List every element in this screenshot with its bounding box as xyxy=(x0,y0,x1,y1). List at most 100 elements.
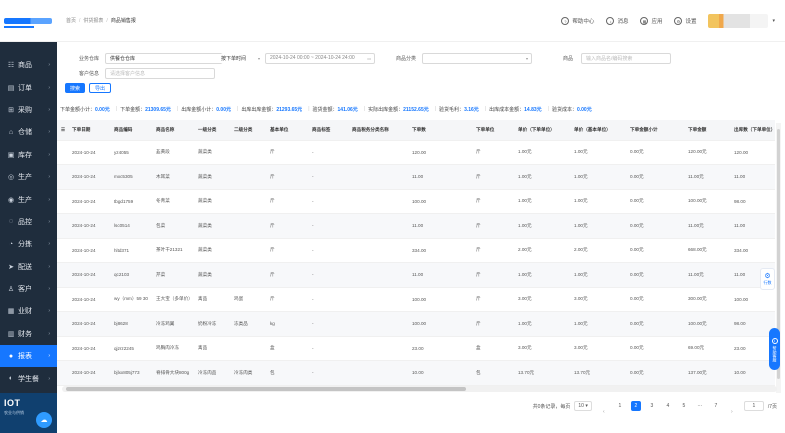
apps-link[interactable]: ▦ 应用 xyxy=(640,17,662,25)
goto-page-input[interactable]: 1 xyxy=(743,401,764,411)
product-search-input[interactable]: 输入商品名/编码搜索 xyxy=(581,52,672,64)
sidebar-item-10[interactable]: ♙ 客户 › xyxy=(0,278,57,300)
column-header[interactable]: 二级分类 xyxy=(231,120,267,141)
table-cell: 盒 xyxy=(267,336,309,361)
column-header[interactable]: 商品税务分类名称 xyxy=(349,120,409,141)
column-header[interactable]: 出库数（下单单位） xyxy=(731,120,775,141)
table-cell: 1.00元 xyxy=(515,311,571,337)
table-row[interactable]: 2024-10-24 hltd371 茶叶干21321 蔬菜类斤 -334.00 斤 2.0… xyxy=(57,238,775,263)
sidebar-item-2[interactable]: ⊞ 采购 › xyxy=(0,99,57,121)
logo[interactable] xyxy=(0,0,57,42)
row-settings-tab[interactable]: ⚙ 行数 xyxy=(760,268,775,290)
column-header[interactable]: 下单日期 xyxy=(69,120,111,141)
sidebar-item-6[interactable]: ◉ 生产 › xyxy=(0,188,57,210)
table-cell: 1.00元 xyxy=(515,140,571,165)
summary-separator: | xyxy=(484,106,487,112)
messages-link[interactable]: ♪ 消息 xyxy=(606,17,628,25)
column-header[interactable]: 一级分类 xyxy=(195,120,231,141)
sidebar-item-11[interactable]: ▦ 业财 › xyxy=(0,300,57,322)
sidebar-item-9[interactable]: ➤ 配送 › xyxy=(0,256,57,278)
breadcrumb-item[interactable]: 首页 xyxy=(66,17,76,24)
sidebar-item-12[interactable]: ▥ 财务 › xyxy=(0,323,57,345)
sidebar-item-14[interactable]: ◐ 学生餐 › xyxy=(0,367,57,389)
sidebar-item-label: 商品 xyxy=(18,62,32,70)
page-button[interactable]: 4 xyxy=(663,401,673,411)
sidebar-item-3[interactable]: ⌂ 仓储 › xyxy=(0,121,57,143)
next-page-button[interactable]: › xyxy=(727,400,737,415)
sidebar-item-8[interactable]: ◔ 分拣 › xyxy=(0,233,57,255)
table-cell: 100.00 xyxy=(409,287,473,312)
table-cell xyxy=(57,287,69,312)
table-row[interactable]: 2024-10-24 lsc0514 包菜 蔬菜类斤 -11.00 斤 1.00元 1.00元… xyxy=(57,213,775,239)
horizontal-scroll-thumb[interactable] xyxy=(66,387,466,391)
table-cell: 1.00元 xyxy=(515,164,571,190)
avatar[interactable] xyxy=(708,14,769,28)
table-row[interactable]: 2024-10-24 bjlxx805j773 脊排骨大块800g 冷冻肉品 冷冻肉类包… xyxy=(57,360,775,386)
table-cell: 11.00 xyxy=(409,213,473,239)
page-size-select[interactable]: 10 ▾ xyxy=(574,401,592,411)
column-header[interactable]: 单价（下单单位） xyxy=(515,120,571,141)
page-button[interactable]: ··· xyxy=(695,401,705,411)
table-row[interactable]: 2024-10-24 qjzrz2245 鸡胸肉冷冻 禽品盒 -23.00 盒 3.00元 3… xyxy=(57,336,775,361)
sidebar-item-5[interactable]: ◎ 生产 › xyxy=(0,166,57,188)
table-cell xyxy=(349,287,409,312)
column-header[interactable]: 下单金额小计 xyxy=(627,120,685,141)
horizontal-scrollbar[interactable] xyxy=(62,386,777,392)
column-header[interactable]: 商品名称 xyxy=(153,120,195,141)
page-button[interactable]: 1 xyxy=(615,401,625,411)
table-cell: 木耳菜 xyxy=(153,164,195,190)
help-float-button[interactable]: i 帮助客服 xyxy=(769,328,780,370)
summary-label: 出库出库金额： xyxy=(241,106,277,113)
column-header[interactable]: 下单金额 xyxy=(685,120,731,141)
sidebar-item-13[interactable]: ● 报表 › xyxy=(0,345,57,368)
breadcrumb-item[interactable]: 供货报表 xyxy=(83,17,103,24)
table-row[interactable]: 2024-10-24 tbgd1759 冬青菜 蔬菜类斤 -100.00 斤 1.00元 1.… xyxy=(57,189,775,214)
table-cell: 2024-10-24 xyxy=(69,140,111,165)
page-list: 1 2 3 4 5 ··· 7 xyxy=(612,401,724,411)
date-type-select[interactable]: 按下单时间 ▾ xyxy=(221,52,263,64)
table-row[interactable]: 2024-10-24 qc2103 芹菜 蔬菜类斤 -11.00 斤 1.00元 1.00元 0… xyxy=(57,262,775,288)
table-cell: 1.00元 xyxy=(515,213,571,239)
table-cell: 3.00元 xyxy=(571,287,627,312)
column-header[interactable]: 基本单位 xyxy=(267,120,309,141)
export-button[interactable]: 导出 xyxy=(89,83,112,93)
prev-page-button[interactable]: ‹ xyxy=(599,400,609,415)
sidebar-item-0[interactable]: ☷ 商品 › xyxy=(0,54,57,76)
chevron-right-icon: › xyxy=(48,129,50,136)
sidebar-item-7[interactable]: ◌ 品控 › xyxy=(0,211,57,233)
table-cell: wy（mm）59 30 xyxy=(111,287,153,312)
table-cell: 11.00元 xyxy=(685,262,731,288)
sidebar-item-4[interactable]: ▣ 库存 › xyxy=(0,144,57,166)
sidebar-item-1[interactable]: ▤ 订单 › xyxy=(0,76,57,98)
warehouse-select[interactable]: 供餐仓仓库▾ xyxy=(105,52,234,64)
table-row[interactable]: 2024-10-24 wy（mm）59 30 王大宝（多单价） 禽品 鸡蛋斤 -100.0… xyxy=(57,287,775,312)
iot-promo[interactable]: IOT 农业与供销 ☁ xyxy=(0,393,57,433)
page-button[interactable]: 3 xyxy=(647,401,657,411)
chevron-down-icon[interactable]: ▾ xyxy=(772,18,775,24)
column-header[interactable]: 下单单位 xyxy=(473,120,515,141)
table-row[interactable]: 2024-10-24 bj8628 冷冻鸡翼 奶粉冷冻 冻类品 kg -100.00 斤 1.0… xyxy=(57,311,775,337)
page-button[interactable]: 5 xyxy=(679,401,689,411)
settings-link[interactable]: ⚙ 设置 xyxy=(674,17,696,25)
table-row[interactable]: 2024-10-24 yz4055 韭黄段 蔬菜类斤 -120.00 斤 1.00元 1.00… xyxy=(57,140,775,165)
sidebar-icon: ◉ xyxy=(7,196,15,204)
column-header[interactable]: 下单数 xyxy=(409,120,473,141)
summary-value: 0.00元 xyxy=(576,106,592,113)
column-header[interactable]: 商品编码 xyxy=(111,120,153,141)
chevron-right-icon: › xyxy=(48,375,50,382)
column-header[interactable]: 商品标签 xyxy=(309,120,349,141)
category-select[interactable]: ▾ xyxy=(422,52,533,64)
page-button[interactable]: 7 xyxy=(711,401,721,411)
column-header[interactable]: 单价（基本单位） xyxy=(571,120,627,141)
page-button[interactable]: 2 xyxy=(630,401,641,411)
table-cell: 23.00 xyxy=(409,336,473,361)
help-icon: ? xyxy=(561,17,570,25)
table-cell: - xyxy=(309,164,349,190)
table-cell: 11.00元 xyxy=(685,164,731,190)
search-button[interactable]: 搜索 xyxy=(65,83,86,93)
column-settings-icon[interactable]: ☰ xyxy=(57,120,69,141)
date-range-picker[interactable]: 2024-10-24 00:00 ~ 2024-10-24 24:00 ▭ xyxy=(265,52,375,64)
table-row[interactable]: 2024-10-24 mxc5305 木耳菜 蔬菜类斤 -11.00 斤 1.00元 1.00… xyxy=(57,164,775,190)
help-center-link[interactable]: ? 帮助中心 xyxy=(561,17,594,25)
customer-input[interactable]: 请选择客户信息 xyxy=(105,67,216,79)
